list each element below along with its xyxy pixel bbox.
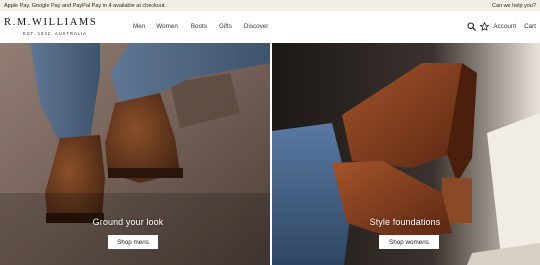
promo-bar: Apple Pay, Google Pay and PayPal Pay in … <box>0 0 540 11</box>
brand-name: R.M.WILLIAMS <box>4 17 98 28</box>
brand-tagline: EST. 1932, AUSTRALIA <box>23 31 87 36</box>
main-nav: Men Women Boots Gifts Discover <box>133 23 280 30</box>
hero-men[interactable]: Ground your look Shop mens <box>0 43 270 265</box>
nav-item-gifts[interactable]: Gifts <box>219 23 232 30</box>
hero-women[interactable]: Style foundations Shop womens <box>272 43 540 265</box>
brand-logo[interactable]: R.M.WILLIAMS EST. 1932, AUSTRALIA <box>4 17 108 36</box>
promo-message: Apple Pay, Google Pay and PayPal Pay in … <box>4 2 166 9</box>
header-utilities: Account Cart <box>466 21 536 31</box>
account-link[interactable]: Account <box>493 23 516 30</box>
nav-item-women[interactable]: Women <box>156 23 178 30</box>
site-header: R.M.WILLIAMS EST. 1932, AUSTRALIA Men Wo… <box>0 11 540 43</box>
help-link[interactable]: Can we help you? <box>492 3 536 9</box>
hero-men-image <box>0 43 270 265</box>
hero-women-image <box>272 43 540 265</box>
cart-link[interactable]: Cart <box>524 23 536 30</box>
nav-item-discover[interactable]: Discover <box>244 23 269 30</box>
nav-item-boots[interactable]: Boots <box>191 23 207 30</box>
shop-womens-button[interactable]: Shop womens <box>379 235 439 249</box>
shop-mens-button[interactable]: Shop mens <box>108 235 158 249</box>
hero-women-caption: Style foundations <box>369 217 441 227</box>
hero-men-caption: Ground your look <box>92 217 164 227</box>
nav-item-men[interactable]: Men <box>133 23 145 30</box>
search-icon[interactable] <box>466 21 476 31</box>
star-icon[interactable] <box>479 21 489 31</box>
